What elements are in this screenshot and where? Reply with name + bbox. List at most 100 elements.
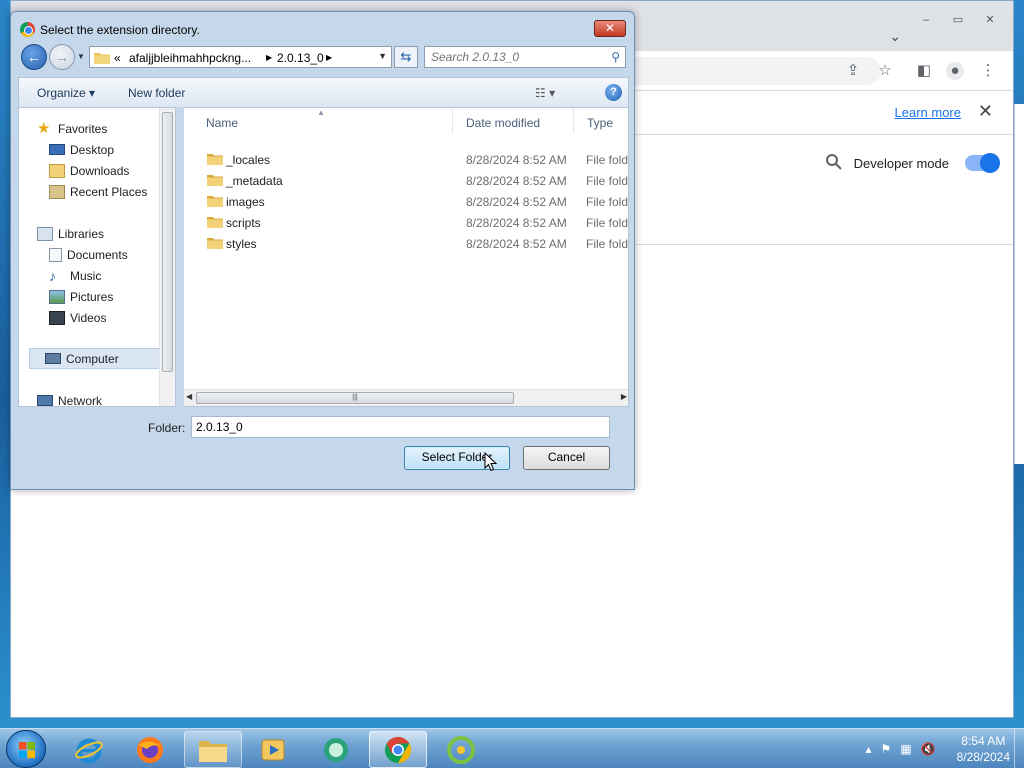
nav-computer[interactable]: Computer: [29, 348, 163, 369]
nav-recent-places[interactable]: Recent Places: [49, 181, 147, 202]
videos-icon: [49, 310, 65, 325]
computer-icon: [45, 353, 61, 364]
recent-locations-dropdown[interactable]: ▼: [77, 52, 85, 61]
cancel-button[interactable]: Cancel: [523, 446, 610, 470]
developer-mode-label: Developer mode: [853, 156, 949, 171]
forward-button[interactable]: →: [49, 44, 75, 70]
libraries-icon: [37, 226, 53, 241]
taskbar-firefox[interactable]: [121, 731, 179, 768]
search-icon[interactable]: ⚲: [611, 50, 620, 64]
internet-explorer-icon: [75, 738, 103, 763]
file-date: 8/28/2024 8:52 AM: [466, 174, 567, 188]
taskbar-yellow-app[interactable]: [432, 731, 490, 768]
breadcrumb-chevron-icon[interactable]: ▶: [326, 53, 332, 62]
back-button[interactable]: ←: [21, 44, 47, 70]
horizontal-scroll-thumb[interactable]: |||: [196, 392, 514, 404]
window-controls: – ▭ ✕: [911, 11, 1005, 29]
taskbar-media-player[interactable]: [244, 731, 302, 768]
side-panel-icon[interactable]: ◧: [915, 62, 933, 80]
tab-search-icon[interactable]: ⌄: [889, 28, 901, 45]
breadcrumb-parent[interactable]: afaljjbleihmahhpckng...: [129, 51, 251, 65]
file-name: _metadata: [226, 174, 283, 188]
show-hidden-icons-icon[interactable]: ▴: [866, 742, 872, 756]
file-row[interactable]: _locales 8/28/2024 8:52 AM File folder: [184, 149, 628, 170]
column-header-type[interactable]: Type: [575, 108, 628, 133]
change-view-icon[interactable]: ☷ ▾: [535, 86, 555, 100]
help-icon[interactable]: ?: [605, 84, 622, 101]
breadcrumb-chevron-icon[interactable]: ▶: [266, 53, 272, 62]
column-header-date-modified[interactable]: Date modified: [454, 108, 574, 133]
chat-bubble-icon: [324, 737, 348, 762]
file-name: styles: [226, 237, 257, 251]
nav-downloads[interactable]: Downloads: [49, 160, 129, 181]
taskbar-chrome[interactable]: [369, 731, 427, 768]
nav-desktop[interactable]: Desktop: [49, 139, 114, 160]
file-row[interactable]: images 8/28/2024 8:52 AM File folder: [184, 191, 628, 212]
nav-scrollbar[interactable]: [159, 108, 175, 406]
network-icon: [37, 395, 53, 406]
menu-kebab-icon[interactable]: ⋮: [979, 62, 997, 80]
volume-muted-icon[interactable]: 🔇: [921, 742, 936, 756]
search-icon[interactable]: [825, 153, 843, 171]
taskbar-green-app[interactable]: [307, 731, 365, 768]
show-desktop-button[interactable]: [1014, 729, 1024, 768]
search-input[interactable]: [425, 47, 595, 67]
nav-videos[interactable]: Videos: [49, 307, 106, 328]
developer-mode-toggle[interactable]: [965, 153, 1000, 173]
taskbar-file-explorer[interactable]: [184, 731, 242, 768]
dialog-title-text: Select the extension directory.: [40, 22, 200, 37]
clock-time: 8:54 AM: [961, 734, 1006, 748]
scroll-right-icon[interactable]: ▶: [621, 392, 627, 401]
refresh-button[interactable]: ⇆: [394, 46, 418, 68]
nav-network[interactable]: Network: [37, 390, 102, 411]
folder-icon: [94, 53, 110, 64]
search-box[interactable]: ⚲: [424, 46, 626, 68]
maximize-button[interactable]: ▭: [943, 11, 973, 29]
nav-favorites[interactable]: ★ Favorites: [37, 118, 107, 139]
folder-icon: [207, 196, 223, 207]
file-row[interactable]: scripts 8/28/2024 8:52 AM File folder: [184, 212, 628, 233]
mouse-cursor-icon: [484, 452, 498, 472]
clock[interactable]: 8:54 AM 8/28/2024: [957, 733, 1010, 765]
nav-pictures[interactable]: Pictures: [49, 286, 113, 307]
close-icon[interactable]: ✕: [978, 101, 993, 122]
nav-scroll-thumb[interactable]: [162, 112, 173, 372]
column-header-name[interactable]: Name: [194, 108, 453, 133]
nav-music[interactable]: ♪ Music: [49, 265, 101, 286]
firefox-icon: [137, 736, 163, 763]
chrome-icon: [20, 22, 35, 37]
share-icon[interactable]: ⇪: [844, 62, 862, 80]
pictures-icon: [49, 289, 65, 304]
network-status-icon[interactable]: ▦: [900, 742, 911, 756]
file-row[interactable]: styles 8/28/2024 8:52 AM File folder: [184, 233, 628, 254]
nav-documents[interactable]: Documents: [49, 244, 128, 265]
breadcrumb-current[interactable]: 2.0.13_0: [277, 51, 324, 65]
folder-field[interactable]: [191, 416, 610, 438]
taskbar-internet-explorer[interactable]: [60, 731, 118, 768]
windows-logo-icon: [19, 742, 35, 758]
new-folder-button[interactable]: New folder: [128, 86, 185, 100]
scroll-left-icon[interactable]: ◀: [186, 392, 192, 401]
action-center-flag-icon[interactable]: ⚑: [881, 742, 892, 756]
minimize-button[interactable]: –: [911, 11, 941, 29]
profile-icon[interactable]: ●: [946, 62, 964, 80]
file-name: images: [226, 195, 265, 209]
file-row[interactable]: _metadata 8/28/2024 8:52 AM File folder: [184, 170, 628, 191]
dialog-close-button[interactable]: ✕: [594, 20, 626, 37]
organize-button[interactable]: Organize ▾: [37, 86, 95, 100]
documents-icon: [49, 247, 62, 262]
refresh-icon: ⇆: [400, 49, 412, 64]
file-date: 8/28/2024 8:52 AM: [466, 195, 567, 209]
navigation-pane: ★ Favorites Desktop Downloads Recent Pla…: [18, 107, 176, 408]
start-button[interactable]: [6, 730, 46, 768]
bookmark-star-icon[interactable]: ☆: [876, 62, 894, 80]
nav-libraries[interactable]: Libraries: [37, 223, 104, 244]
address-bar[interactable]: « afaljjbleihmahhpckng... ▶ 2.0.13_0 ▶ ▼: [89, 46, 392, 68]
horizontal-scrollbar[interactable]: ◀ ||| ▶: [184, 389, 628, 406]
file-explorer-icon: [199, 740, 227, 762]
close-window-button[interactable]: ✕: [975, 11, 1005, 29]
breadcrumb-overflow[interactable]: «: [114, 51, 121, 65]
learn-more-link[interactable]: Learn more: [895, 105, 961, 120]
address-dropdown-icon[interactable]: ▼: [378, 51, 387, 61]
star-icon: ★: [37, 119, 51, 137]
